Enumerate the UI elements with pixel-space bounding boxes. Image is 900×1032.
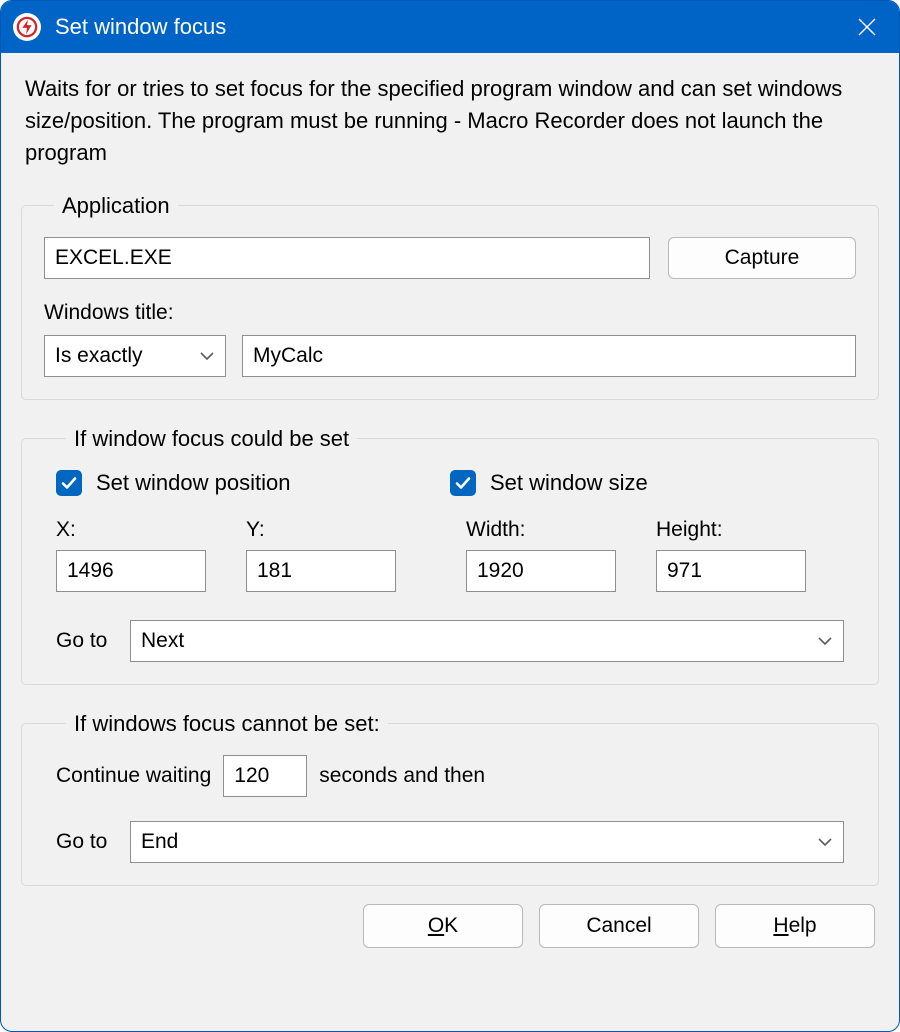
title-match-mode-select[interactable]: Is exactly bbox=[44, 335, 226, 377]
continue-waiting-label-pre: Continue waiting bbox=[56, 764, 211, 788]
height-label: Height: bbox=[656, 518, 806, 542]
focus-fail-legend: If windows focus cannot be set: bbox=[66, 711, 388, 737]
height-input[interactable] bbox=[656, 550, 806, 592]
title-match-mode-value: Is exactly bbox=[55, 344, 143, 368]
cancel-button[interactable]: Cancel bbox=[539, 904, 699, 948]
width-label: Width: bbox=[466, 518, 616, 542]
goto-success-label: Go to bbox=[56, 629, 112, 653]
executable-input[interactable] bbox=[44, 237, 650, 279]
dialog-body: Waits for or tries to set focus for the … bbox=[1, 53, 899, 1031]
titlebar: Set window focus bbox=[1, 1, 899, 53]
focus-success-group: If window focus could be set Set window … bbox=[21, 426, 879, 685]
goto-success-value: Next bbox=[141, 629, 184, 653]
dialog-title: Set window focus bbox=[55, 14, 839, 40]
continue-waiting-label-post: seconds and then bbox=[319, 764, 485, 788]
application-legend: Application bbox=[54, 193, 178, 219]
set-position-checkbox[interactable] bbox=[56, 470, 82, 496]
y-input[interactable] bbox=[246, 550, 396, 592]
windows-title-label: Windows title: bbox=[44, 301, 856, 325]
width-input[interactable] bbox=[466, 550, 616, 592]
focus-success-legend: If window focus could be set bbox=[66, 426, 357, 452]
goto-fail-select[interactable]: End bbox=[130, 821, 844, 863]
goto-fail-label: Go to bbox=[56, 830, 112, 854]
window-title-input[interactable] bbox=[242, 335, 856, 377]
goto-fail-value: End bbox=[141, 830, 178, 854]
set-position-label: Set window position bbox=[96, 470, 290, 496]
dialog-footer: OK Cancel Help bbox=[21, 886, 879, 948]
application-group: Application Capture Windows title: Is ex… bbox=[21, 193, 879, 400]
close-button[interactable] bbox=[839, 1, 895, 53]
x-input[interactable] bbox=[56, 550, 206, 592]
goto-success-select[interactable]: Next bbox=[130, 620, 844, 662]
ok-button[interactable]: OK bbox=[363, 904, 523, 948]
help-button[interactable]: Help bbox=[715, 904, 875, 948]
dialog-window: Set window focus Waits for or tries to s… bbox=[0, 0, 900, 1032]
dialog-description: Waits for or tries to set focus for the … bbox=[25, 73, 875, 169]
chevron-down-icon bbox=[817, 629, 833, 653]
wait-seconds-input[interactable] bbox=[223, 755, 307, 797]
set-size-label: Set window size bbox=[490, 470, 648, 496]
focus-fail-group: If windows focus cannot be set: Continue… bbox=[21, 711, 879, 886]
set-size-checkbox[interactable] bbox=[450, 470, 476, 496]
chevron-down-icon bbox=[817, 830, 833, 854]
capture-button[interactable]: Capture bbox=[668, 237, 856, 279]
app-icon bbox=[13, 13, 41, 41]
y-label: Y: bbox=[246, 518, 396, 542]
x-label: X: bbox=[56, 518, 206, 542]
chevron-down-icon bbox=[199, 344, 215, 368]
